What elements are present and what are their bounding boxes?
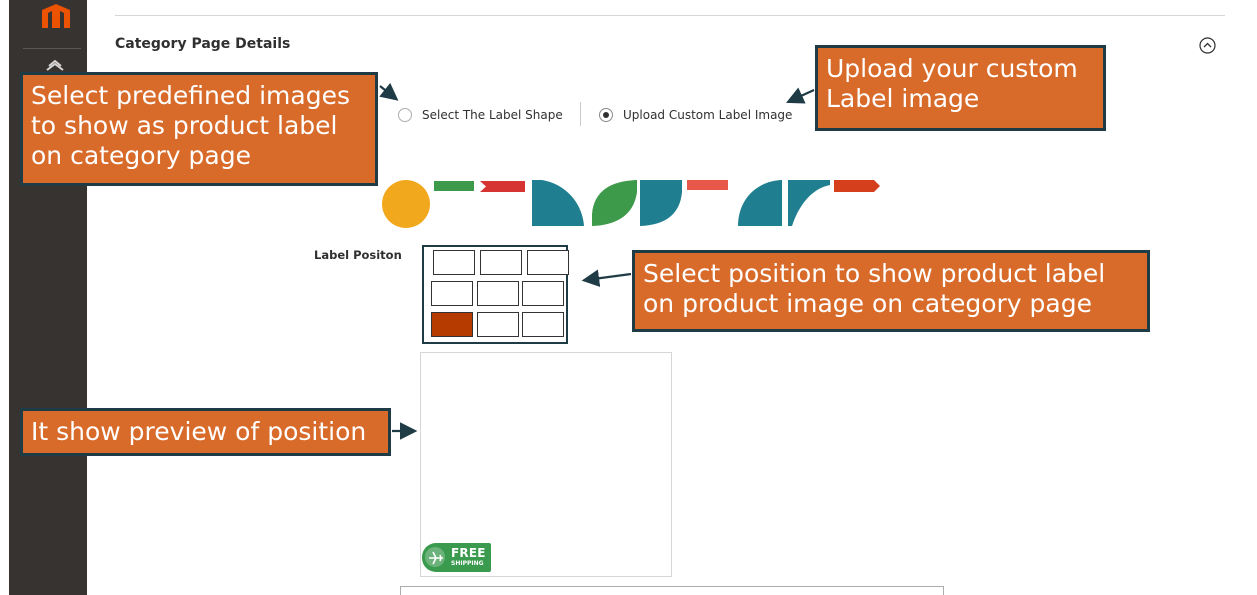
section-divider bbox=[115, 15, 1225, 16]
position-middle-left[interactable] bbox=[431, 281, 473, 306]
radio-unchecked[interactable] bbox=[398, 108, 412, 122]
shape-green-leaf[interactable] bbox=[592, 180, 637, 226]
shape-teal-quarter[interactable] bbox=[532, 180, 584, 226]
radio-label: Select The Label Shape bbox=[422, 108, 563, 122]
shape-teal-drop[interactable] bbox=[640, 180, 682, 226]
badge-shipping-text: SHIPPING bbox=[451, 560, 484, 567]
position-middle-right[interactable] bbox=[522, 281, 564, 306]
position-bottom-left[interactable] bbox=[431, 312, 473, 337]
position-top-center[interactable] bbox=[480, 250, 522, 275]
callout-select-position: Select position to show product label on… bbox=[632, 250, 1150, 332]
position-middle-center[interactable] bbox=[477, 281, 519, 306]
shape-red-tab[interactable] bbox=[687, 180, 728, 190]
free-shipping-badge: FREE SHIPPING bbox=[422, 543, 491, 572]
position-bottom-right[interactable] bbox=[522, 312, 564, 337]
shape-orange-arrow[interactable] bbox=[834, 180, 880, 192]
callout-predefined-images: Select predefined images to show as prod… bbox=[20, 72, 378, 186]
callout-custom-image: Upload your custom Label image bbox=[815, 45, 1106, 131]
shape-red-flag[interactable] bbox=[480, 181, 525, 192]
shape-teal-arc[interactable] bbox=[738, 180, 782, 226]
label-position-grid bbox=[422, 245, 569, 344]
dashboard-icon[interactable] bbox=[45, 58, 65, 72]
airplane-icon bbox=[429, 551, 443, 565]
label-position-label: Label Positon bbox=[314, 248, 402, 262]
sidebar-divider bbox=[23, 48, 81, 49]
shape-teal-corner[interactable] bbox=[788, 180, 830, 226]
position-top-right[interactable] bbox=[527, 250, 569, 275]
shape-circle[interactable] bbox=[382, 180, 430, 228]
callout-preview-position: It show preview of position bbox=[20, 408, 391, 456]
shape-green-ribbon[interactable] bbox=[434, 181, 474, 191]
radio-separator bbox=[580, 102, 581, 126]
radio-checked[interactable] bbox=[599, 108, 613, 122]
magento-logo-icon[interactable] bbox=[38, 4, 74, 28]
position-top-left[interactable] bbox=[433, 250, 475, 275]
radio-select-label-shape[interactable]: Select The Label Shape bbox=[398, 106, 563, 124]
section-title[interactable]: Category Page Details bbox=[115, 36, 290, 52]
label-preview-box: FREE SHIPPING bbox=[420, 352, 672, 577]
collapse-up-icon[interactable] bbox=[1199, 37, 1216, 54]
partial-input-field[interactable] bbox=[400, 586, 944, 595]
radio-label: Upload Custom Label Image bbox=[623, 108, 793, 122]
position-bottom-center[interactable] bbox=[477, 312, 519, 337]
predefined-label-shapes bbox=[382, 180, 880, 228]
radio-upload-custom-image[interactable]: Upload Custom Label Image bbox=[599, 106, 792, 124]
badge-free-text: FREE bbox=[451, 546, 486, 560]
left-edge bbox=[0, 0, 9, 595]
